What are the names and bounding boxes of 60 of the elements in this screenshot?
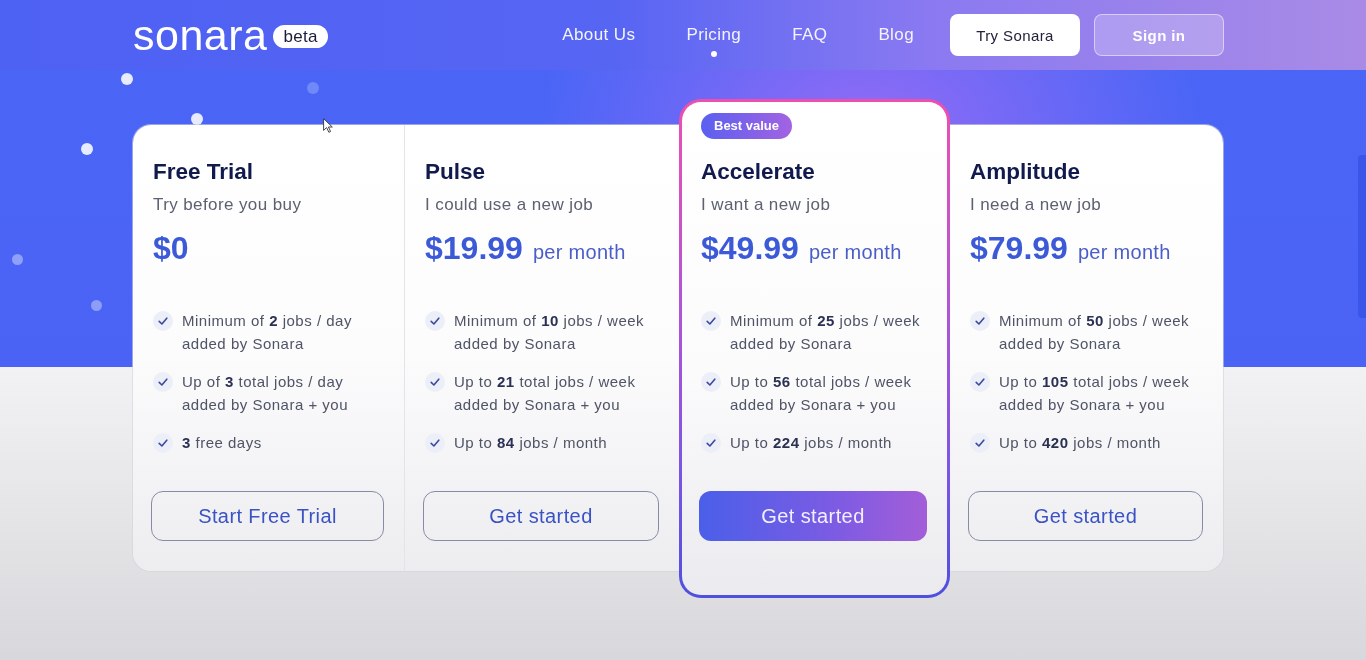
nav-link[interactable]: Pricing (686, 25, 742, 57)
plan-tagline: I need a new job (970, 194, 1103, 216)
feature-text: Up to 105 total jobs / week added by Sonara + you (999, 372, 1191, 415)
plan-price: $0 (153, 229, 189, 268)
nav-link[interactable]: About Us (562, 25, 636, 45)
feature-text: Minimum of 2 jobs / day added by Sonara (182, 311, 353, 354)
check-icon (970, 432, 990, 453)
plan-button[interactable]: Start Free Trial (151, 491, 384, 541)
feature-text: Minimum of 10 jobs / week added by Sonara (454, 311, 646, 354)
check-icon (701, 371, 721, 392)
try-button[interactable]: Try Sonara (950, 14, 1080, 56)
plan-price: $49.99 (701, 229, 799, 268)
plan-name: Accelerate (701, 158, 816, 186)
bubble-icon (12, 254, 23, 265)
plan-name: Amplitude (970, 158, 1081, 186)
plan-tagline: I want a new job (701, 194, 832, 216)
feature-text: Up to 56 total jobs / week added by Sonara + you (730, 372, 913, 415)
feature-text: Up to 420 jobs / month (999, 433, 1161, 453)
bubble-icon (191, 113, 203, 125)
feature-text: Up to 84 jobs / month (454, 433, 608, 453)
plan-tagline: I could use a new job (425, 194, 595, 216)
check-icon (153, 432, 173, 453)
best-value-badge: Best value (701, 113, 793, 139)
bubble-icon (91, 300, 102, 311)
plan-button[interactable]: Get started (423, 491, 659, 541)
check-icon (970, 310, 990, 331)
feature-text: Minimum of 50 jobs / week added by Sonara (999, 311, 1191, 354)
check-icon (425, 371, 445, 392)
bubble-icon (121, 73, 133, 85)
plan-button[interactable]: Get started (968, 491, 1203, 541)
bubble-icon (81, 143, 93, 155)
sign-in-button[interactable]: Sign in (1094, 14, 1224, 56)
active-dot-icon (710, 51, 717, 57)
nav-link[interactable]: FAQ (792, 25, 828, 45)
plan-button[interactable]: Get started (699, 491, 927, 541)
check-icon (970, 371, 990, 392)
feature-text: Up to 224 jobs / month (730, 433, 892, 453)
check-icon (425, 310, 445, 331)
cursor-icon (323, 118, 333, 133)
nav-link[interactable]: Blog (878, 25, 914, 45)
price-period: per month (808, 241, 902, 264)
check-icon (701, 432, 721, 453)
price-period: per month (1077, 241, 1171, 264)
plan-tagline: Try before you buy (153, 194, 303, 216)
plan-name: Free Trial (153, 158, 255, 186)
feature-text: 3 free days (182, 433, 262, 453)
feature-text: Up of 3 total jobs / day added by Sonara + you (182, 372, 350, 415)
beta-badge: beta (273, 24, 328, 48)
plan-name: Pulse (425, 158, 487, 186)
check-icon (153, 371, 173, 392)
check-icon (153, 310, 173, 331)
bubble-icon (307, 82, 319, 94)
check-icon (425, 432, 445, 453)
price-period: per month (532, 241, 626, 264)
plan-price: $79.99 (970, 229, 1068, 268)
feature-text: Up to 21 total jobs / week added by Sonara + you (454, 372, 637, 415)
logo[interactable]: sonara (133, 18, 268, 52)
feature-text: Minimum of 25 jobs / week added by Sonara (730, 311, 922, 354)
plan-price: $19.99 (425, 229, 523, 268)
check-icon (701, 310, 721, 331)
